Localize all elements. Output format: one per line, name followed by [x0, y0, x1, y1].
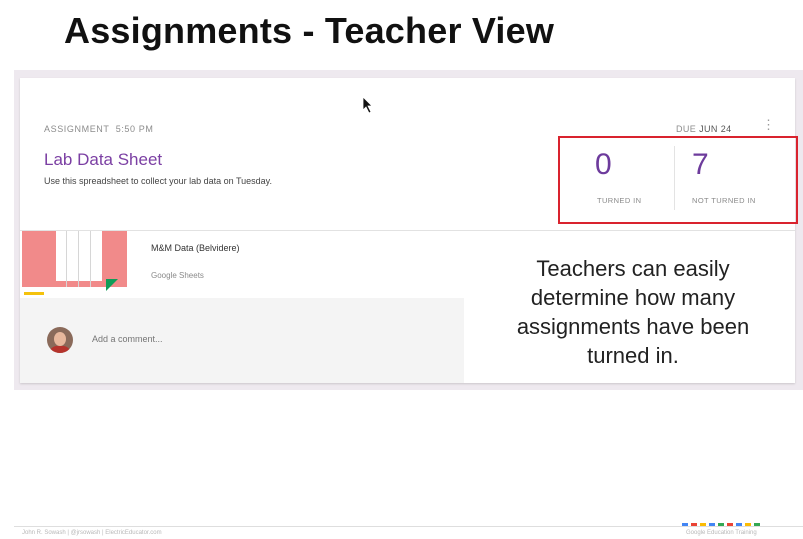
assignment-header: ASSIGNMENT 5:50 PM — [44, 124, 153, 134]
assignment-post-time: 5:50 PM — [115, 124, 154, 134]
attachment-name[interactable]: M&M Data (Belvidere) — [151, 243, 240, 253]
caption-line: assignments have been — [516, 314, 750, 339]
assignment-description: Use this spreadsheet to collect your lab… — [44, 176, 272, 186]
caption-line: Teachers can easily — [536, 256, 730, 281]
mouse-pointer-icon — [362, 96, 373, 114]
kebab-menu-icon[interactable]: ⋮ — [762, 118, 775, 131]
turned-in-highlight-box — [558, 136, 798, 224]
assignment-title[interactable]: Lab Data Sheet — [44, 150, 162, 170]
due-prefix: DUE — [676, 124, 697, 134]
assignment-type-label: ASSIGNMENT — [44, 124, 110, 134]
turned-in-count[interactable]: 0 — [595, 150, 612, 180]
turned-in-label: TURNED IN — [597, 196, 642, 205]
brand-color-dots — [682, 513, 763, 531]
caption-line: determine how many — [530, 285, 736, 310]
due-date: DUE JUN 24 — [676, 124, 732, 134]
caption-line: turned in. — [587, 343, 679, 368]
comment-input[interactable] — [92, 334, 392, 344]
caption-text: Teachers can easily determine how many a… — [468, 254, 798, 370]
stat-divider — [674, 146, 675, 210]
footer-credit: John R. Sowash | @jrsowash | ElectricEdu… — [22, 530, 162, 536]
not-turned-in-label: NOT TURNED IN — [692, 196, 756, 205]
footer-divider — [14, 526, 803, 527]
sheets-icon — [106, 279, 118, 291]
attachment-thumbnail[interactable] — [22, 231, 127, 297]
not-turned-in-count[interactable]: 7 — [692, 150, 709, 180]
footer-brand: Google Education Training — [686, 530, 757, 536]
slide-title: Assignments - Teacher View — [64, 10, 555, 51]
divider — [20, 230, 795, 231]
due-date-value: JUN 24 — [699, 124, 732, 134]
avatar — [47, 327, 73, 353]
attachment-type: Google Sheets — [151, 271, 204, 280]
